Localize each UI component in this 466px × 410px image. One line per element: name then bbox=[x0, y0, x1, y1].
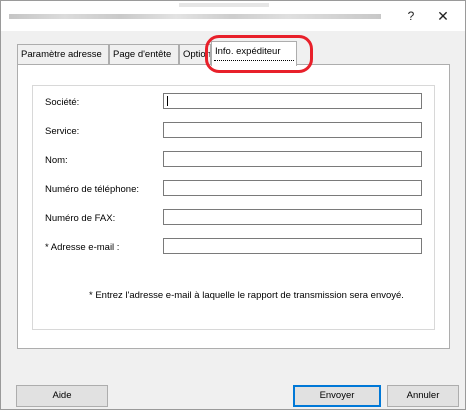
department-label: Service: bbox=[45, 126, 80, 137]
text-cursor bbox=[167, 96, 168, 106]
phone-label: Numéro de téléphone: bbox=[45, 184, 140, 195]
email-note: * Entrez l'adresse e-mail à laquelle le … bbox=[89, 290, 404, 301]
phone-field[interactable] bbox=[163, 180, 422, 196]
department-field[interactable] bbox=[163, 122, 422, 138]
help-button[interactable]: Aide bbox=[16, 385, 108, 407]
title-text-blurred-secondary bbox=[179, 3, 269, 7]
email-label: * Adresse e-mail : bbox=[45, 242, 120, 253]
close-icon[interactable]: ✕ bbox=[433, 8, 453, 24]
cancel-button[interactable]: Annuler bbox=[387, 385, 459, 407]
tab-label: Page d'entête bbox=[113, 49, 172, 60]
title-text-blurred bbox=[9, 14, 381, 19]
help-icon[interactable]: ? bbox=[401, 8, 421, 24]
fax-label: Numéro de FAX: bbox=[45, 213, 116, 224]
highlight-annotation bbox=[205, 35, 313, 73]
tab-page-entete[interactable]: Page d'entête bbox=[109, 44, 179, 65]
email-field[interactable] bbox=[163, 238, 422, 254]
title-bar[interactable]: ? ✕ bbox=[1, 1, 465, 31]
fax-field[interactable] bbox=[163, 209, 422, 225]
company-label: Société: bbox=[45, 97, 80, 108]
name-field[interactable] bbox=[163, 151, 422, 167]
tab-label: Paramètre adresse bbox=[21, 49, 102, 60]
dialog-window: ? ✕ Paramètre adresse Page d'entête Opti… bbox=[0, 0, 466, 410]
send-button[interactable]: Envoyer bbox=[293, 385, 381, 407]
name-label: Nom: bbox=[45, 155, 68, 166]
company-field[interactable] bbox=[163, 93, 422, 109]
tab-parametre-adresse[interactable]: Paramètre adresse bbox=[17, 44, 109, 65]
